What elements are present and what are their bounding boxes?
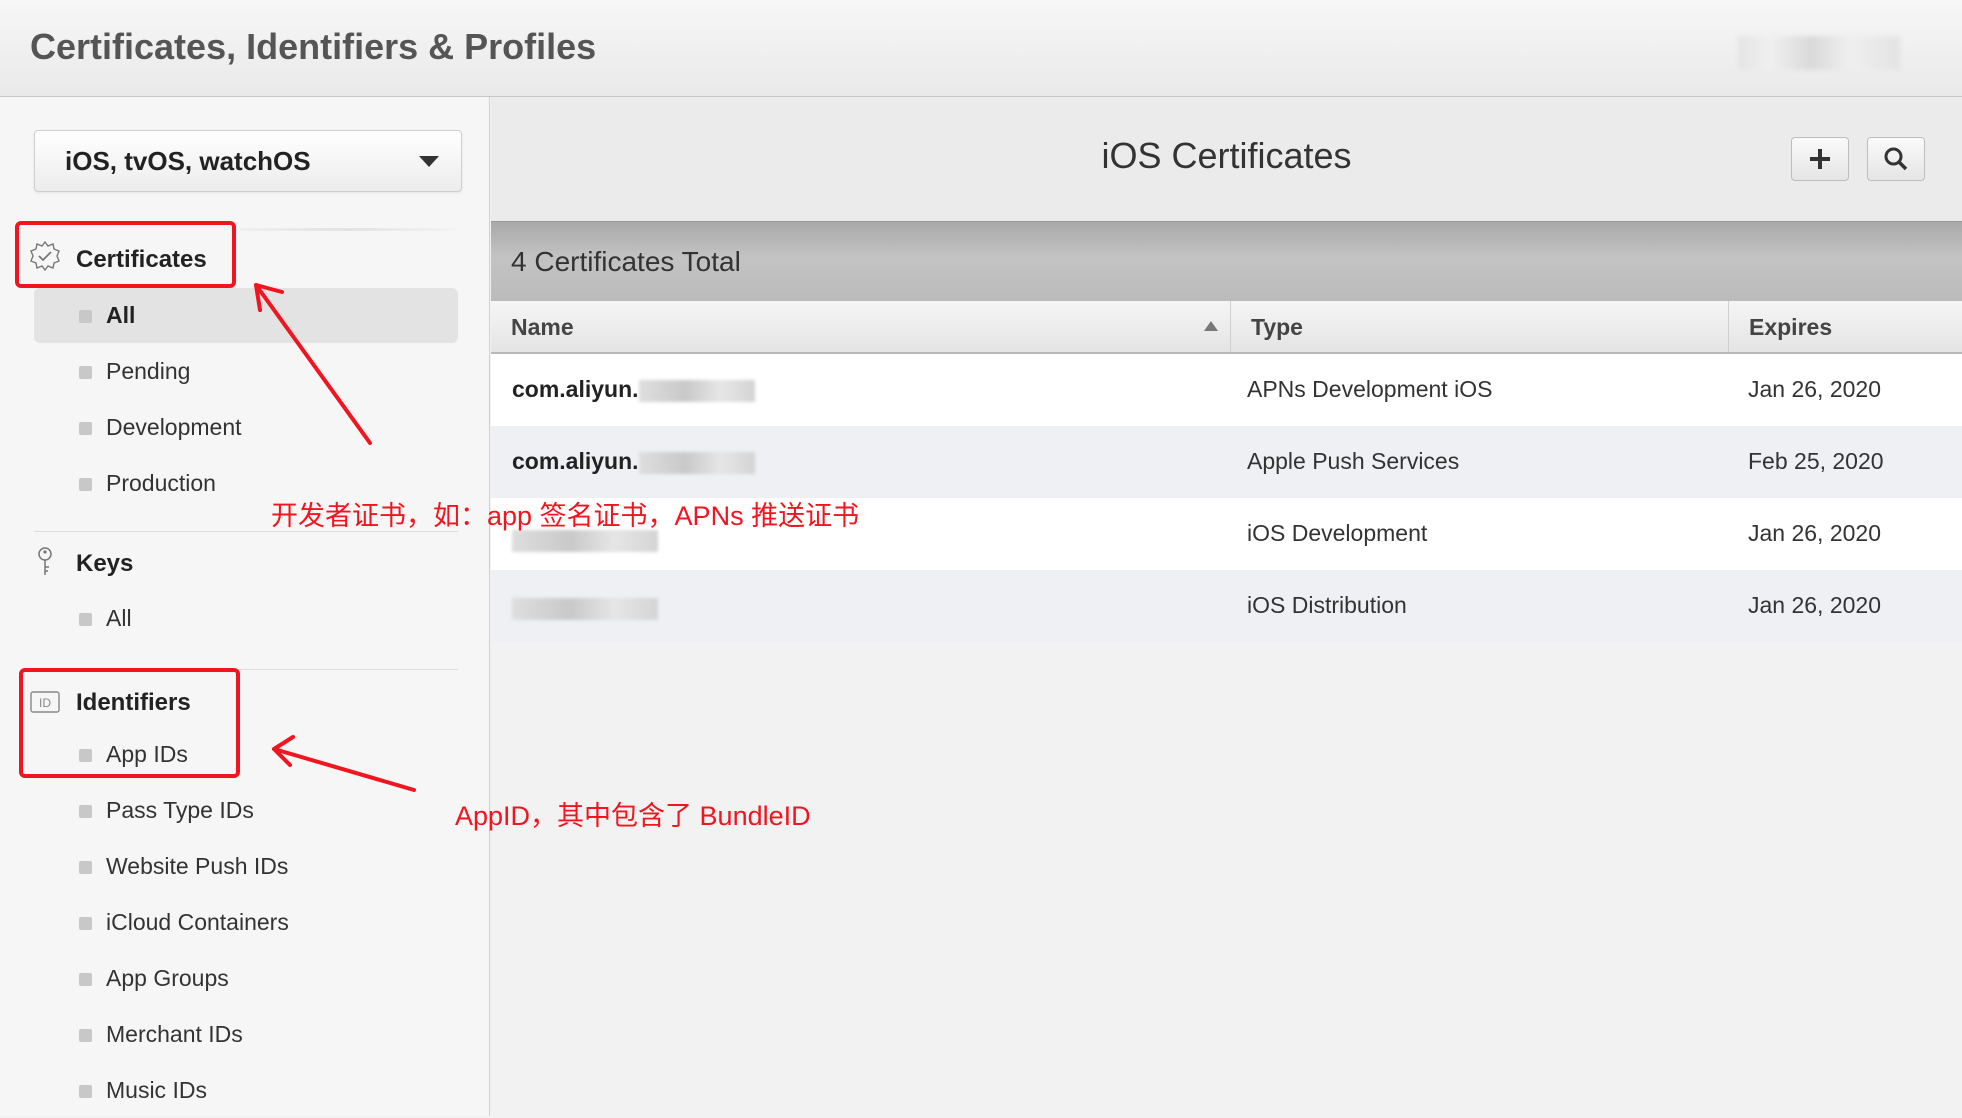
arrow-to-certificates [254,283,372,445]
arrow-to-app-ids [272,735,416,792]
annotation-arrows [254,283,416,792]
